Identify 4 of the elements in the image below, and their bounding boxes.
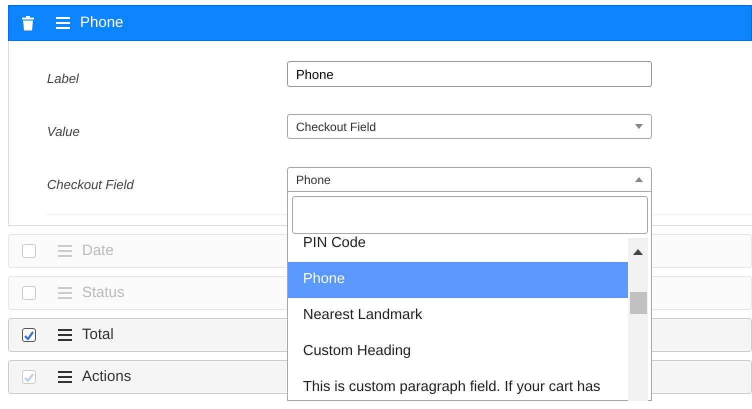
panel-title: Phone <box>80 12 124 33</box>
field-label: Value <box>47 123 81 141</box>
field-label: Label <box>47 70 80 88</box>
field-label: Checkout Field <box>47 176 135 194</box>
